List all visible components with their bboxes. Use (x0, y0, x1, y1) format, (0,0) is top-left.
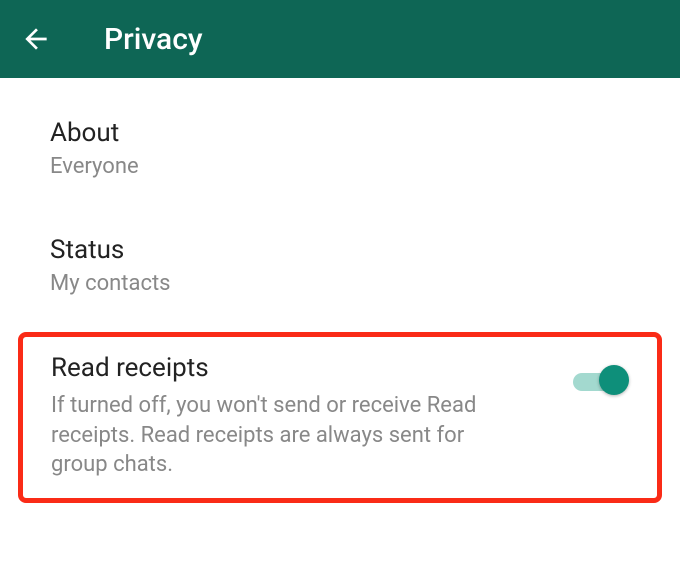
setting-status[interactable]: Status My contacts (0, 221, 680, 310)
setting-title: Status (50, 235, 630, 265)
settings-content: About Everyone Status My contacts Read r… (0, 78, 680, 503)
back-arrow-icon[interactable] (20, 23, 52, 55)
setting-description: If turned off, you won't send or receive… (51, 391, 511, 480)
setting-title: About (50, 118, 630, 148)
read-receipts-highlight: Read receipts If turned off, you won't s… (18, 332, 662, 503)
toggle-thumb (599, 365, 629, 395)
read-receipts-text: Read receipts If turned off, you won't s… (51, 353, 573, 480)
page-title: Privacy (104, 22, 203, 57)
setting-title: Read receipts (51, 353, 553, 383)
setting-value: My contacts (50, 271, 630, 296)
app-header: Privacy (0, 0, 680, 78)
setting-about[interactable]: About Everyone (0, 104, 680, 193)
read-receipts-toggle[interactable] (573, 365, 629, 397)
setting-read-receipts[interactable]: Read receipts If turned off, you won't s… (51, 353, 629, 480)
setting-value: Everyone (50, 154, 630, 179)
spacer (0, 193, 680, 221)
